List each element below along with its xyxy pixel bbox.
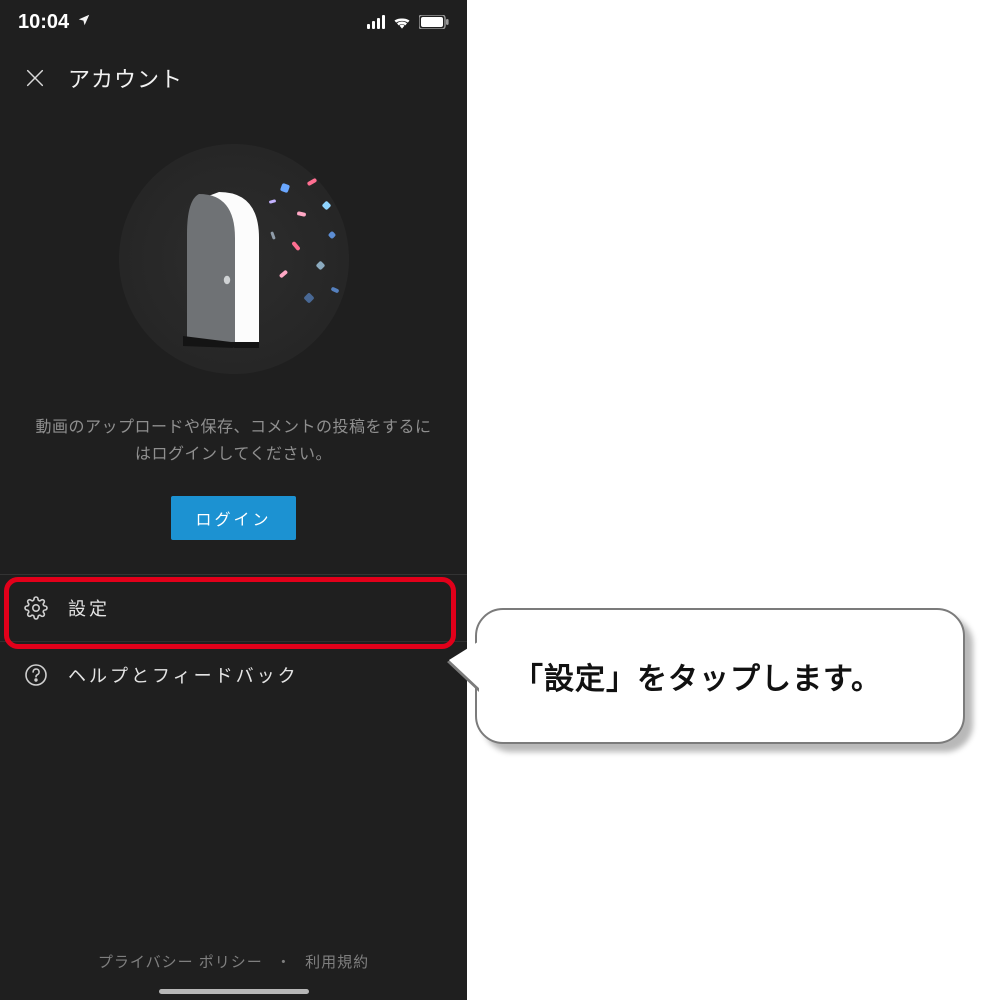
terms-link[interactable]: 利用規約 [301,954,373,971]
close-icon[interactable] [24,67,46,89]
door-icon [179,184,279,334]
menu-item-label: 設定 [68,595,110,621]
login-prompt-text: 動画のアップロードや保存、コメントの投稿をするにはログインしてください。 [0,374,467,468]
menu-list: 設定 ヘルプとフィードバック [0,574,467,708]
menu-item-settings[interactable]: 設定 [0,575,467,642]
page-header: アカウント [0,44,467,104]
separator-dot: ・ [272,954,296,971]
gear-icon [24,596,48,620]
login-illustration [0,104,467,374]
cellular-signal-icon [367,15,385,29]
status-bar: 10:04 [0,0,467,44]
privacy-link[interactable]: プライバシー ポリシー [94,954,267,971]
help-icon [24,663,48,687]
login-button[interactable]: ログイン [171,496,295,540]
location-arrow-icon [77,13,91,32]
phone-screen: 10:04 アカウント [0,0,467,1000]
instruction-text: 「設定」をタップします。 [513,663,882,696]
home-indicator[interactable] [159,989,309,994]
status-time: 10:04 [18,11,69,34]
menu-item-label: ヘルプとフィードバック [68,662,299,688]
battery-icon [419,15,449,29]
wifi-icon [392,15,412,29]
footer-links: プライバシー ポリシー ・ 利用規約 [0,951,467,972]
menu-item-help[interactable]: ヘルプとフィードバック [0,642,467,708]
instruction-callout: 「設定」をタップします。 [475,608,965,744]
page-title: アカウント [68,62,183,94]
